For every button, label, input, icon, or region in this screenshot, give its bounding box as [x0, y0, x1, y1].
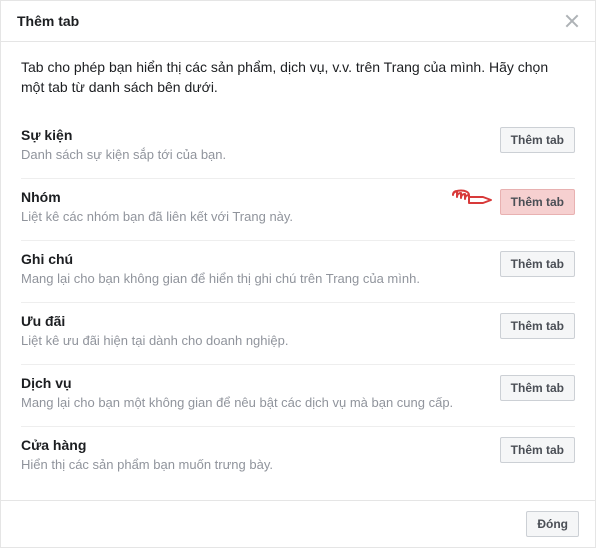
tab-title: Cửa hàng — [21, 437, 488, 453]
add-tab-button-shop[interactable]: Thêm tab — [500, 437, 575, 463]
tab-text: Dịch vụ Mang lại cho bạn một không gian … — [21, 375, 500, 412]
tab-row-events: Sự kiện Danh sách sự kiện sắp tới của bạ… — [21, 117, 575, 179]
tab-desc: Danh sách sự kiện sắp tới của bạn. — [21, 147, 488, 164]
add-tab-button-offers[interactable]: Thêm tab — [500, 313, 575, 339]
modal-intro: Tab cho phép bạn hiển thị các sản phẩm, … — [21, 58, 575, 97]
tab-text: Ưu đãi Liệt kê ưu đãi hiện tại dành cho … — [21, 313, 500, 350]
modal-body: Tab cho phép bạn hiển thị các sản phẩm, … — [1, 42, 595, 500]
tab-text: Cửa hàng Hiển thị các sản phẩm bạn muốn … — [21, 437, 500, 474]
tab-desc: Mang lại cho bạn không gian để hiển thị … — [21, 271, 488, 288]
tab-desc: Mang lại cho bạn một không gian để nêu b… — [21, 395, 488, 412]
close-icon[interactable] — [565, 14, 579, 28]
tab-text: Ghi chú Mang lại cho bạn không gian để h… — [21, 251, 500, 288]
modal-title: Thêm tab — [17, 13, 79, 29]
add-tab-modal: Thêm tab Tab cho phép bạn hiển thị các s… — [0, 0, 596, 548]
tab-title: Dịch vụ — [21, 375, 488, 391]
tab-desc: Liệt kê ưu đãi hiện tại dành cho doanh n… — [21, 333, 488, 350]
tab-row-services: Dịch vụ Mang lại cho bạn một không gian … — [21, 365, 575, 427]
close-button[interactable]: Đóng — [526, 511, 579, 537]
add-tab-button-notes[interactable]: Thêm tab — [500, 251, 575, 277]
tab-title: Nhóm — [21, 189, 488, 205]
modal-footer: Đóng — [1, 500, 595, 547]
add-tab-button-events[interactable]: Thêm tab — [500, 127, 575, 153]
tab-row-groups: Nhóm Liệt kê các nhóm bạn đã liên kết vớ… — [21, 179, 575, 241]
modal-header: Thêm tab — [1, 1, 595, 42]
tab-text: Nhóm Liệt kê các nhóm bạn đã liên kết vớ… — [21, 189, 500, 226]
tab-desc: Liệt kê các nhóm bạn đã liên kết với Tra… — [21, 209, 488, 226]
tab-desc: Hiển thị các sản phẩm bạn muốn trưng bày… — [21, 457, 488, 474]
tab-row-offers: Ưu đãi Liệt kê ưu đãi hiện tại dành cho … — [21, 303, 575, 365]
tab-title: Ưu đãi — [21, 313, 488, 329]
tab-title: Sự kiện — [21, 127, 488, 143]
tab-row-shop: Cửa hàng Hiển thị các sản phẩm bạn muốn … — [21, 427, 575, 488]
add-tab-button-services[interactable]: Thêm tab — [500, 375, 575, 401]
tab-row-notes: Ghi chú Mang lại cho bạn không gian để h… — [21, 241, 575, 303]
add-tab-button-groups[interactable]: Thêm tab — [500, 189, 575, 215]
tab-text: Sự kiện Danh sách sự kiện sắp tới của bạ… — [21, 127, 500, 164]
tab-title: Ghi chú — [21, 251, 488, 267]
